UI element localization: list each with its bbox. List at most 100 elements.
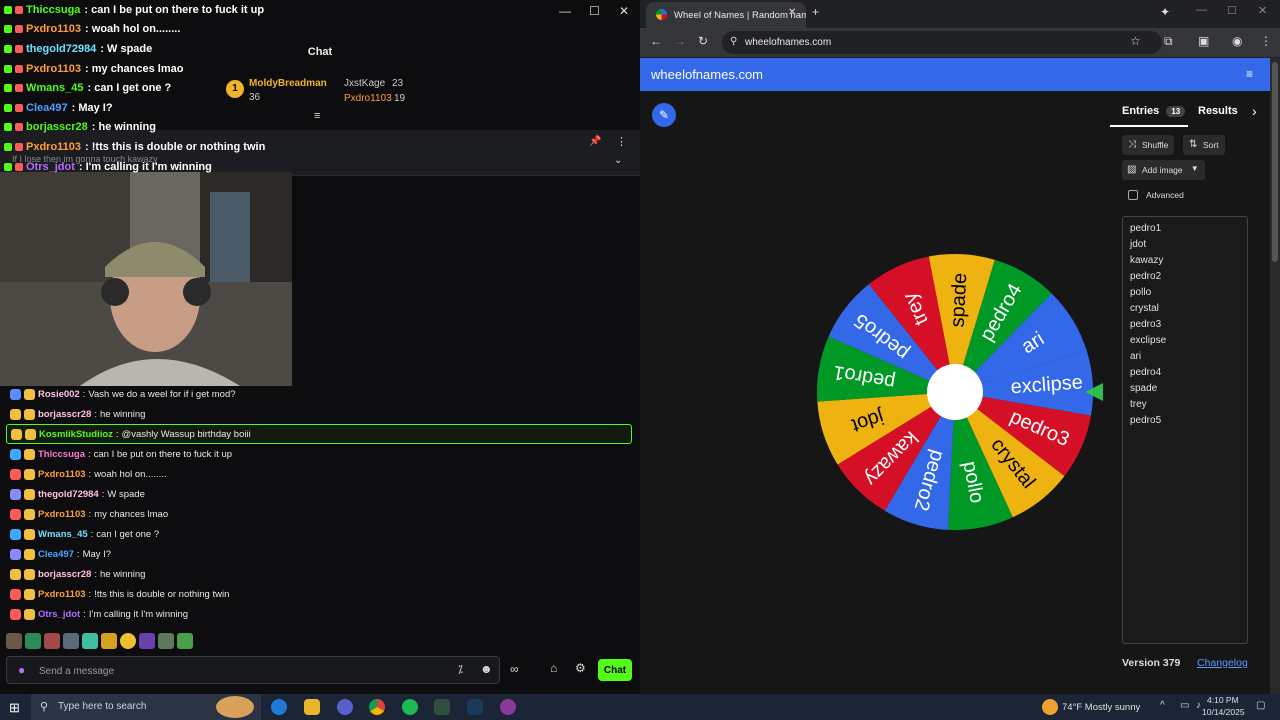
maximize-icon[interactable]: ☐ [589,4,600,18]
edge-icon[interactable] [271,699,287,715]
chat-username[interactable]: Otrs_jdot [38,609,80,620]
site-title[interactable]: wheelofnames.com [651,67,763,82]
url-field[interactable]: ⚲ wheelofnames.com [722,31,1162,54]
emote-icon[interactable] [177,633,193,649]
chat-message[interactable]: Otrs_jdot: I'm calling it I'm winning [0,604,640,624]
store-icon[interactable]: ⌂ [550,661,557,675]
chat-message[interactable]: borjasscr28: he winning [0,404,640,424]
close-icon[interactable]: ✕ [1258,4,1267,17]
sort-button[interactable]: ⇅ Sort [1183,135,1225,155]
chat-username[interactable]: thegold72984 [38,489,99,500]
edit-pencil-icon[interactable]: ✎ [652,103,676,127]
windows-start-icon[interactable]: ⊞ [9,700,20,716]
sidepanel-icon[interactable]: ▣ [1198,34,1209,48]
tab-close-icon[interactable]: ✕ [788,7,796,18]
chat-message[interactable]: borjasscr28: he winning [0,564,640,584]
entries-textarea[interactable]: pedro1 jdot kawazy pedro2 pollo crystal pedro3… [1122,216,1248,644]
volume-icon[interactable]: ♪ [1196,700,1201,711]
site-info-icon[interactable]: ⚲ [730,36,737,47]
emote-icon[interactable] [44,633,60,649]
chat-username[interactable]: borjasscr28 [38,569,91,580]
app-icon[interactable] [500,699,516,715]
microphone-icon[interactable]: ● [18,663,25,677]
add-image-button[interactable]: ▨ Add image ▼ [1122,160,1205,180]
minimize-icon[interactable]: — [1196,4,1207,16]
search-highlight-icon[interactable] [216,696,254,718]
chat-message[interactable]: thegold72984: W spade [0,484,640,504]
emote-icon[interactable] [139,633,155,649]
emote-icon[interactable] [6,633,22,649]
name-wheel[interactable]: exclipsepedro3crystalpollopedro2kawazyjd… [795,232,1115,552]
chat-username[interactable]: Pxdro1103 [38,589,86,600]
spotify-icon[interactable] [402,699,418,715]
notifications-icon[interactable]: ▢ [1256,700,1265,711]
tab-results[interactable]: Results [1198,105,1238,117]
chat-message[interactable]: Pxdro1103: my chances lmao [0,504,640,524]
chat-username[interactable]: Clea497 [38,549,74,560]
browser-tab[interactable]: Wheel of Names | Random nam [646,2,806,28]
chat-message[interactable]: Thiccsuga: can I be put on there to fuck … [0,444,640,464]
shuffle-button[interactable]: ⤨ Shuffle [1122,135,1175,155]
chat-message[interactable]: KosmiikStudiioz: @vashly Wassup birthday … [6,424,632,444]
extensions-sparkle-icon[interactable]: ✦ [1160,5,1170,19]
chat-message[interactable]: Wmans_45: can I get one ? [0,524,640,544]
send-chat-button[interactable]: Chat [598,659,632,681]
changelog-link[interactable]: Changelog [1197,657,1248,669]
emoji-icon[interactable]: ☻ [480,662,493,676]
third-gifter-name[interactable]: Pxdro1103 [344,93,392,104]
chat-username[interactable]: KosmiikStudiioz [39,429,113,440]
chat-username[interactable]: Wmans_45 [38,529,88,540]
emote-bar[interactable] [6,633,193,649]
taskbar-search[interactable]: ⚲ Type here to search [31,694,261,720]
chat-message[interactable]: Rosie002: Vash we do a weel for if i get … [0,384,640,404]
top-gifter-name[interactable]: MoldyBreadman [249,78,327,89]
network-icon[interactable]: ▭ [1180,700,1189,711]
back-icon[interactable]: ← [650,34,662,48]
hamburger-icon[interactable]: ≡ [1246,67,1253,81]
extensions-icon[interactable]: ⧉ [1164,34,1173,49]
page-scrollbar[interactable] [1270,58,1280,694]
steam-icon[interactable] [467,699,483,715]
forward-icon[interactable]: → [674,34,686,48]
maximize-icon[interactable]: ☐ [1227,4,1237,17]
chat-username[interactable]: Pxdro1103 [38,469,86,480]
reload-icon[interactable]: ↻ [698,34,708,48]
chat-username[interactable]: Thiccsuga [38,449,85,460]
weather-text[interactable]: 74°F Mostly sunny [1062,702,1140,713]
settings-icon[interactable]: ⚙ [575,661,586,675]
chat-username[interactable]: Pxdro1103 [38,509,86,520]
bookmark-star-icon[interactable]: ☆ [1130,34,1141,48]
emote-icon[interactable] [82,633,98,649]
emote-icon[interactable] [63,633,79,649]
clock-time[interactable]: 4:10 PM [1207,695,1239,705]
close-icon[interactable]: ✕ [619,4,629,18]
terminal-icon[interactable] [434,699,450,715]
second-gifter-name[interactable]: JxstKage [344,78,385,89]
emote-icon[interactable] [101,633,117,649]
profile-icon[interactable]: ◉ [1232,34,1242,48]
file-explorer-icon[interactable] [304,699,320,715]
chat-message[interactable]: Pxdro1103: woah hol on........ [0,464,640,484]
minimize-icon[interactable]: — [559,4,571,18]
clear-format-icon[interactable]: ⁒ [458,663,463,676]
chat-username[interactable]: Rosie002 [38,389,80,400]
chat-message[interactable]: Clea497: May I? [0,544,640,564]
advanced-checkbox[interactable] [1128,190,1138,200]
chat-message[interactable]: Pxdro1103: !tts this is double or nothing… [0,584,640,604]
clock-date[interactable]: 10/14/2025 [1202,707,1245,717]
emote-icon[interactable] [158,633,174,649]
tab-entries[interactable]: Entries 13 [1122,105,1186,117]
tray-chevron-icon[interactable]: ^ [1160,700,1165,711]
chrome-icon[interactable] [369,699,385,715]
message-input[interactable] [39,663,439,679]
emote-icon[interactable] [120,633,136,649]
new-tab-icon[interactable]: + [812,5,819,19]
chat-username[interactable]: borjasscr28 [38,409,91,420]
wheel-center[interactable] [927,364,983,420]
menu-icon[interactable]: ⋮ [1260,34,1272,48]
link-icon[interactable]: ∞ [510,662,519,676]
emote-icon[interactable] [25,633,41,649]
vpn-icon[interactable] [337,699,353,715]
message-input-box[interactable]: ● ⁒ ☻ [6,656,500,684]
chevron-right-icon[interactable]: › [1252,103,1257,119]
